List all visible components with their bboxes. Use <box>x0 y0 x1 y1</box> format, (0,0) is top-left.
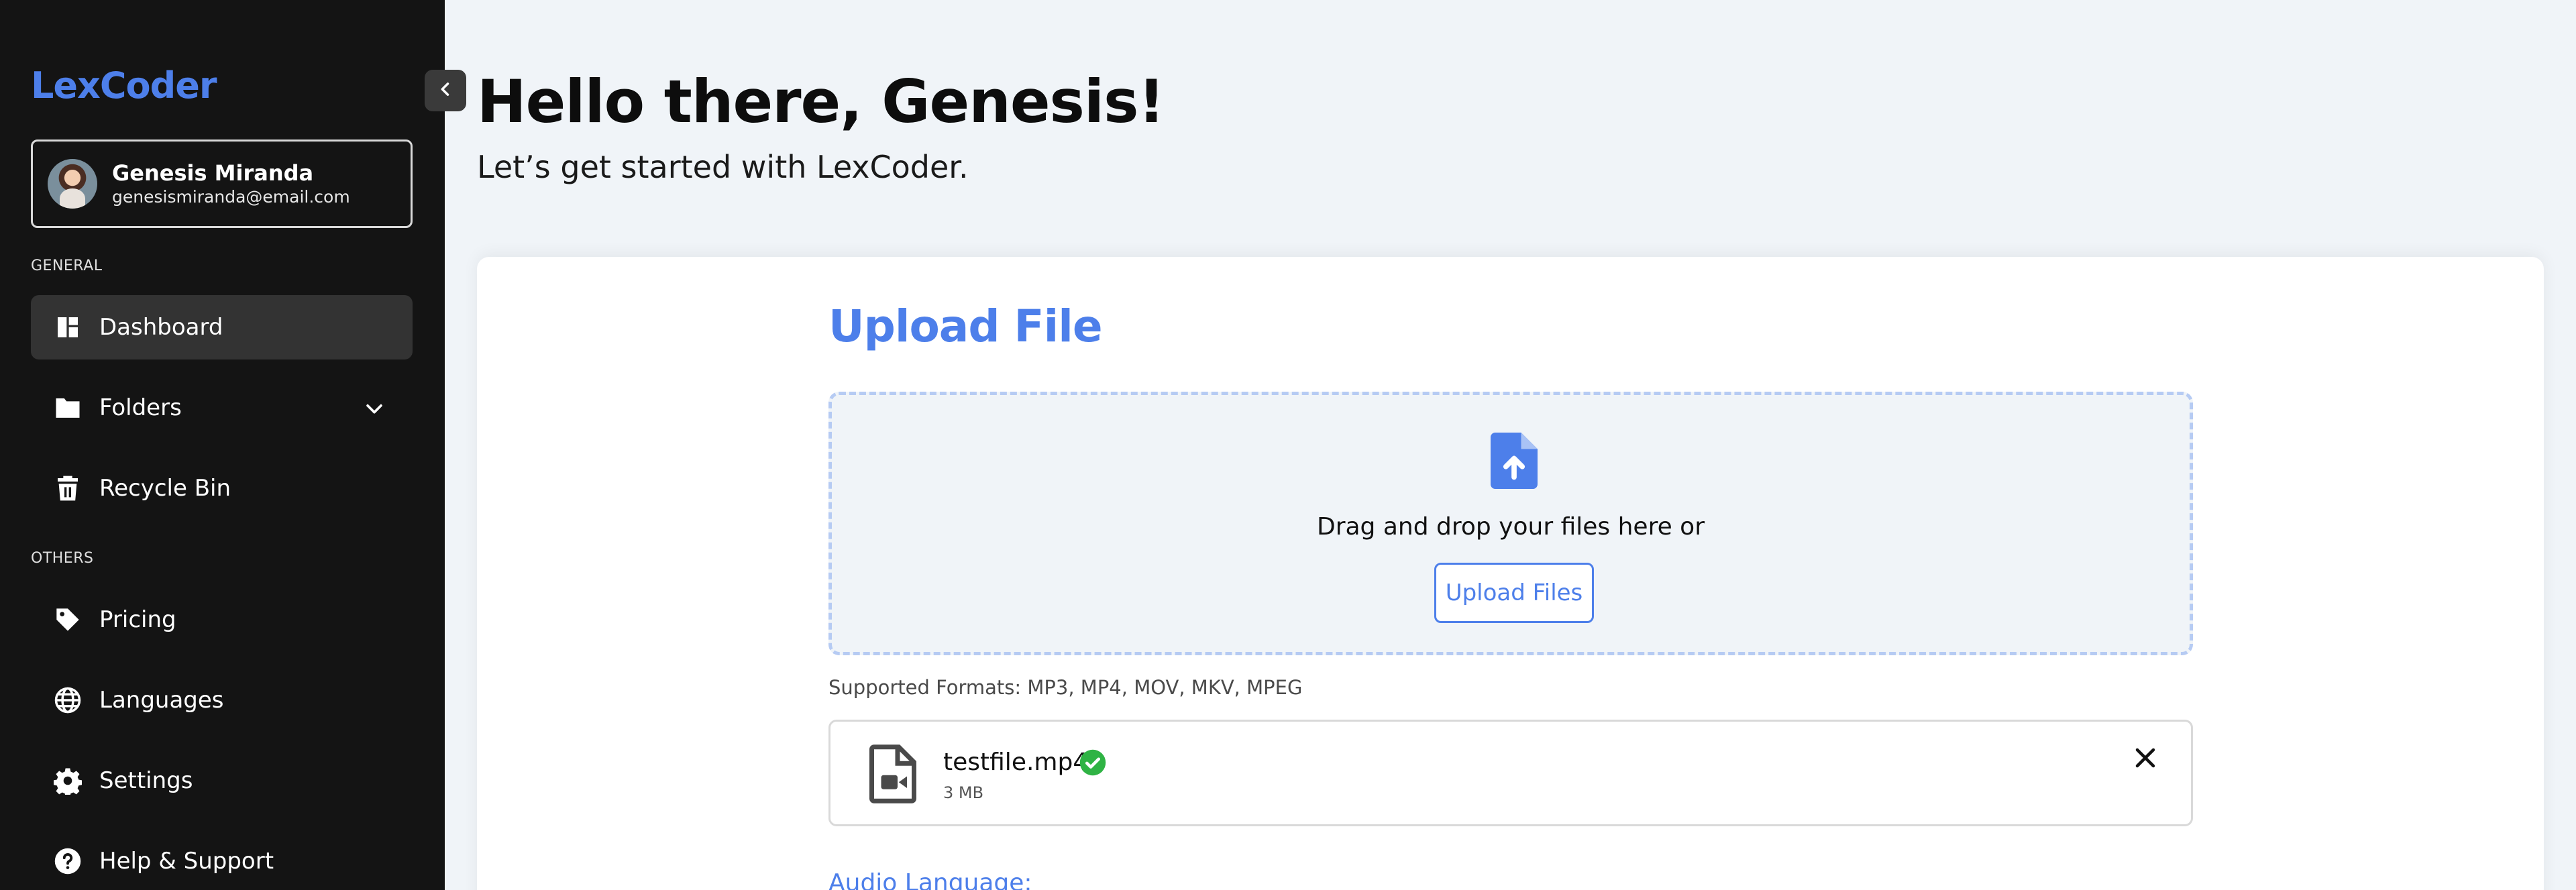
page-subtitle: Let’s get started with LexCoder. <box>477 149 969 185</box>
upload-files-button[interactable]: Upload Files <box>1434 563 1594 623</box>
sidebar-item-folders[interactable]: Folders <box>31 376 413 440</box>
uploaded-file-item: testfile.mp4 3 MB <box>828 720 2193 826</box>
help-icon <box>54 847 82 875</box>
section-label-others: OTHERS <box>31 550 94 567</box>
tag-icon <box>54 606 82 634</box>
sidebar-item-label: Settings <box>99 767 193 794</box>
brand-logo[interactable]: LexCoder <box>31 64 217 107</box>
collapse-sidebar-button[interactable] <box>425 70 466 111</box>
check-circle-icon <box>1079 748 1107 779</box>
section-label-general: GENERAL <box>31 258 103 274</box>
sidebar-item-languages[interactable]: Languages <box>31 668 413 732</box>
chevron-left-icon <box>436 80 455 101</box>
upload-title: Upload File <box>828 300 1103 352</box>
file-dropzone[interactable]: Drag and drop your files here or Upload … <box>828 392 2193 655</box>
sidebar-item-pricing[interactable]: Pricing <box>31 588 413 652</box>
file-name: testfile.mp4 <box>943 748 1089 776</box>
dropzone-text: Drag and drop your files here or <box>1316 513 1705 541</box>
sidebar-item-label: Languages <box>99 687 224 714</box>
close-icon <box>2133 746 2157 773</box>
gear-icon <box>54 767 82 795</box>
sidebar: LexCoder Genesis Miranda genesismiranda@… <box>0 0 445 890</box>
globe-icon <box>54 686 82 714</box>
sidebar-item-label: Recycle Bin <box>99 475 231 502</box>
sidebar-item-dashboard[interactable]: Dashboard <box>31 295 413 359</box>
user-profile-card[interactable]: Genesis Miranda genesismiranda@email.com <box>31 140 413 228</box>
page-title: Hello there, Genesis! <box>477 67 1165 136</box>
sidebar-item-label: Pricing <box>99 606 176 633</box>
video-file-icon <box>869 744 916 806</box>
supported-formats: Supported Formats: MP3, MP4, MOV, MKV, M… <box>828 676 1303 699</box>
sidebar-item-label: Folders <box>99 394 182 421</box>
folder-icon <box>54 394 82 422</box>
sidebar-item-label: Dashboard <box>99 314 223 341</box>
dashboard-icon <box>54 313 82 341</box>
chevron-down-icon[interactable] <box>363 397 386 423</box>
user-name: Genesis Miranda <box>112 160 314 186</box>
sidebar-item-help-support[interactable]: Help & Support <box>31 829 413 890</box>
sidebar-item-settings[interactable]: Settings <box>31 748 413 813</box>
audio-language-label: Audio Language: <box>828 869 1032 890</box>
remove-file-button[interactable] <box>2127 740 2164 778</box>
sidebar-item-label: Help & Support <box>99 848 274 875</box>
avatar <box>48 159 97 209</box>
user-email: genesismiranda@email.com <box>112 187 350 207</box>
app-root: LexCoder Genesis Miranda genesismiranda@… <box>0 0 2576 890</box>
file-upload-icon <box>1491 433 1538 492</box>
user-info: Genesis Miranda genesismiranda@email.com <box>112 160 350 208</box>
file-size: 3 MB <box>943 783 984 802</box>
trash-icon <box>54 474 82 502</box>
sidebar-item-recycle-bin[interactable]: Recycle Bin <box>31 456 413 520</box>
